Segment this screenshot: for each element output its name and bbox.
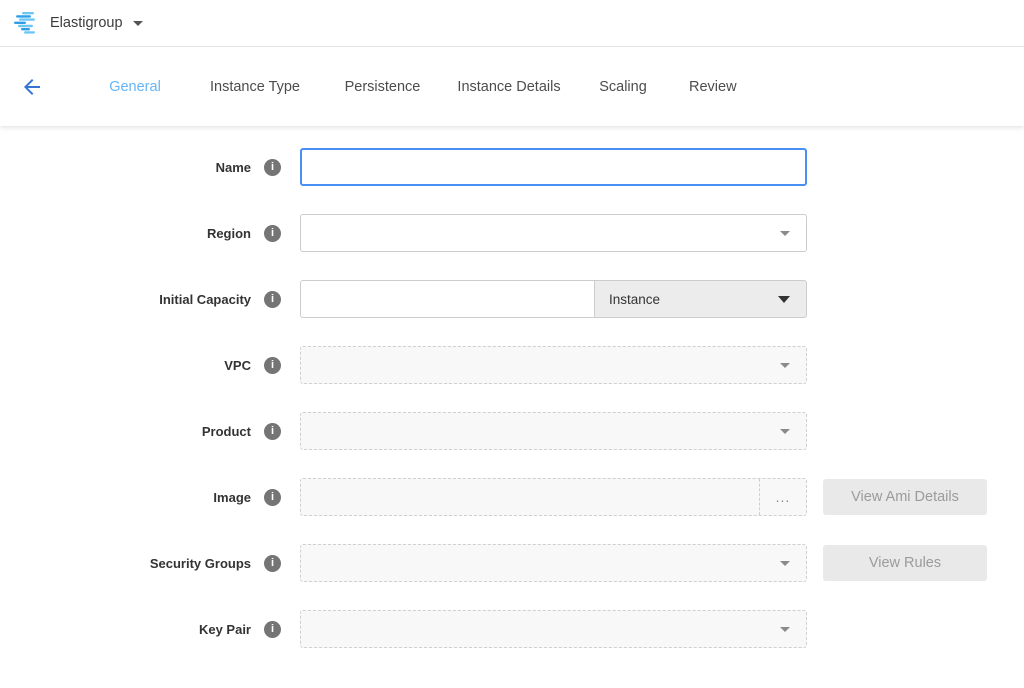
- vpc-select: [300, 346, 807, 384]
- chevron-down-icon: [778, 296, 790, 303]
- security-groups-row: Security Groups i View Rules: [0, 544, 1024, 582]
- vpc-label-box: VPC i: [0, 357, 281, 374]
- info-icon[interactable]: i: [264, 291, 281, 308]
- region-label-box: Region i: [0, 225, 281, 242]
- key-pair-field: [300, 610, 807, 648]
- key-pair-row: Key Pair i: [0, 610, 1024, 648]
- product-row: Product i: [0, 412, 1024, 450]
- name-field: [300, 148, 807, 186]
- product-label-box: Product i: [0, 423, 281, 440]
- chevron-down-icon: [780, 231, 790, 236]
- tab-persistence[interactable]: Persistence: [304, 47, 461, 126]
- chevron-down-icon: [780, 363, 790, 368]
- name-label: Name: [216, 160, 251, 175]
- image-input-group: ...: [300, 478, 807, 516]
- image-field: ... View Ami Details: [300, 478, 987, 516]
- info-icon[interactable]: i: [264, 489, 281, 506]
- back-button[interactable]: [0, 47, 64, 126]
- chevron-down-icon: [780, 429, 790, 434]
- region-select[interactable]: [300, 214, 807, 252]
- security-groups-select: [300, 544, 807, 582]
- info-icon[interactable]: i: [264, 621, 281, 638]
- image-label: Image: [213, 490, 251, 505]
- tab-general[interactable]: General: [64, 47, 206, 126]
- product-select: [300, 412, 807, 450]
- view-ami-details-button[interactable]: View Ami Details: [823, 479, 987, 515]
- wizard-tabbar: General Instance Type Persistence Instan…: [0, 47, 1024, 126]
- key-pair-label-box: Key Pair i: [0, 621, 281, 638]
- tab-scaling[interactable]: Scaling: [557, 47, 689, 126]
- vpc-field: [300, 346, 807, 384]
- tab-instance-details[interactable]: Instance Details: [461, 47, 557, 126]
- initial-capacity-input[interactable]: [300, 280, 595, 318]
- view-rules-button[interactable]: View Rules: [823, 545, 987, 581]
- initial-capacity-label: Initial Capacity: [159, 292, 251, 307]
- tab-instance-type[interactable]: Instance Type: [206, 47, 304, 126]
- image-label-box: Image i: [0, 489, 281, 506]
- key-pair-select: [300, 610, 807, 648]
- app-switcher-caret-icon[interactable]: [133, 21, 143, 26]
- security-groups-label-box: Security Groups i: [0, 555, 281, 572]
- chevron-down-icon: [780, 627, 790, 632]
- name-label-box: Name i: [0, 159, 281, 176]
- initial-capacity-label-box: Initial Capacity i: [0, 291, 281, 308]
- tab-review[interactable]: Review: [689, 47, 737, 126]
- product-label: Product: [202, 424, 251, 439]
- info-icon[interactable]: i: [264, 555, 281, 572]
- name-input[interactable]: [300, 148, 807, 186]
- vpc-label: VPC: [224, 358, 251, 373]
- app-switcher-label[interactable]: Elastigroup: [50, 15, 123, 31]
- image-browse-button[interactable]: ...: [759, 479, 806, 515]
- info-icon[interactable]: i: [264, 225, 281, 242]
- region-row: Region i: [0, 214, 1024, 252]
- elastigroup-logo-icon: [14, 12, 38, 34]
- capacity-unit-select[interactable]: Instance: [595, 280, 807, 318]
- general-settings-form: Name i Region i Initial Capacity i Inst: [0, 126, 1024, 648]
- initial-capacity-row: Initial Capacity i Instance: [0, 280, 1024, 318]
- region-field: [300, 214, 807, 252]
- info-icon[interactable]: i: [264, 159, 281, 176]
- topbar: Elastigroup: [0, 0, 1024, 47]
- initial-capacity-field: Instance: [300, 280, 807, 318]
- name-row: Name i: [0, 148, 1024, 186]
- key-pair-label: Key Pair: [199, 622, 251, 637]
- product-field: [300, 412, 807, 450]
- image-input: [301, 479, 759, 515]
- capacity-unit-value: Instance: [609, 292, 660, 307]
- region-label: Region: [207, 226, 251, 241]
- arrow-back-icon: [20, 75, 44, 99]
- image-row: Image i ... View Ami Details: [0, 478, 1024, 516]
- security-groups-label: Security Groups: [150, 556, 251, 571]
- chevron-down-icon: [780, 561, 790, 566]
- security-groups-field: View Rules: [300, 544, 987, 582]
- info-icon[interactable]: i: [264, 423, 281, 440]
- info-icon[interactable]: i: [264, 357, 281, 374]
- vpc-row: VPC i: [0, 346, 1024, 384]
